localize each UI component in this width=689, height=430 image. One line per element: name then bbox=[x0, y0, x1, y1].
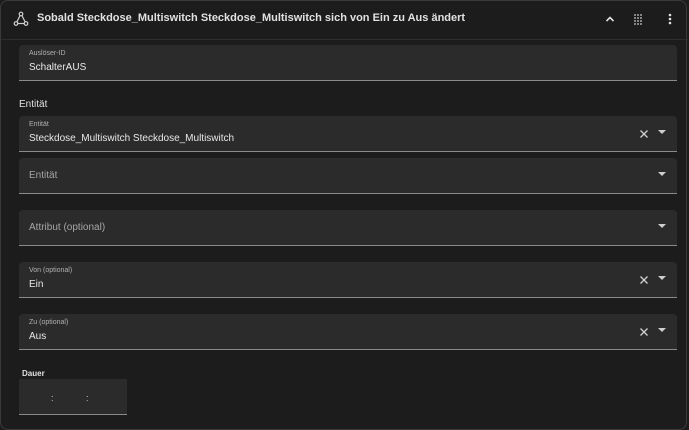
duration-separator: : bbox=[86, 393, 89, 403]
more-options-button[interactable] bbox=[659, 8, 681, 30]
from-clear-button[interactable] bbox=[637, 273, 651, 287]
to-value: Aus bbox=[29, 331, 47, 342]
duration-input[interactable]: : : bbox=[19, 379, 127, 415]
trigger-id-value: SchalterAUS bbox=[29, 62, 87, 73]
chevron-down-icon[interactable] bbox=[658, 224, 666, 228]
entity-picker[interactable]: Entität Steckdose_Multiswitch Steckdose_… bbox=[19, 116, 677, 152]
more-vert-icon bbox=[668, 13, 672, 25]
chevron-up-icon bbox=[605, 16, 615, 22]
to-state-picker[interactable]: Zu (optional) Aus bbox=[19, 314, 677, 350]
attribute-placeholder: Attribut (optional) bbox=[29, 222, 106, 233]
from-state-picker[interactable]: Von (optional) Ein bbox=[19, 262, 677, 298]
duration-separator: : bbox=[51, 393, 54, 403]
chevron-down-icon[interactable] bbox=[658, 328, 666, 332]
close-icon bbox=[640, 328, 648, 336]
entity-clear-button[interactable] bbox=[637, 127, 651, 141]
card-header[interactable]: Sobald Steckdose_Multiswitch Steckdose_M… bbox=[1, 1, 688, 40]
trigger-icon bbox=[13, 11, 29, 27]
attribute-picker[interactable]: Attribut (optional) bbox=[19, 210, 677, 246]
from-label: Von (optional) bbox=[29, 267, 73, 274]
collapse-button[interactable] bbox=[599, 8, 621, 30]
trigger-card: Sobald Steckdose_Multiswitch Steckdose_M… bbox=[0, 0, 688, 430]
trigger-id-field[interactable]: Auslöser-ID SchalterAUS bbox=[19, 45, 677, 81]
chevron-down-icon[interactable] bbox=[658, 276, 666, 280]
card-title: Sobald Steckdose_Multiswitch Steckdose_M… bbox=[37, 12, 466, 24]
chevron-down-icon[interactable] bbox=[658, 130, 666, 134]
entity-section-title: Entität bbox=[19, 99, 48, 110]
close-icon bbox=[640, 276, 648, 284]
entity-picker-empty[interactable]: Entität bbox=[19, 158, 677, 194]
close-icon bbox=[640, 130, 648, 138]
to-clear-button[interactable] bbox=[637, 325, 651, 339]
drag-handle-button[interactable] bbox=[627, 8, 649, 30]
grid-icon bbox=[634, 14, 642, 25]
entity-placeholder: Entität bbox=[29, 170, 58, 181]
to-label: Zu (optional) bbox=[29, 319, 69, 326]
entity-value: Steckdose_Multiswitch Steckdose_Multiswi… bbox=[29, 133, 235, 144]
from-value: Ein bbox=[29, 279, 44, 290]
duration-label: Dauer bbox=[22, 369, 45, 378]
trigger-id-label: Auslöser-ID bbox=[29, 50, 66, 57]
chevron-down-icon[interactable] bbox=[658, 172, 666, 176]
entity-label: Entität bbox=[29, 121, 49, 128]
